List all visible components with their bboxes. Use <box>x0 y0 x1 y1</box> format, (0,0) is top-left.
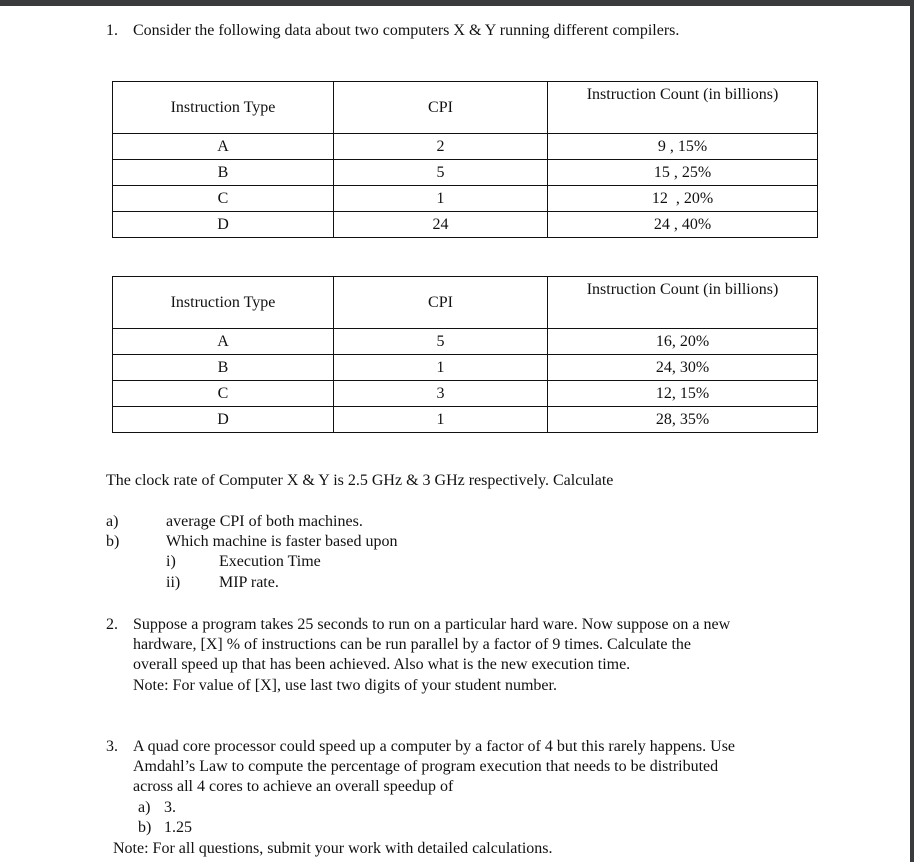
q3b-label: b) <box>138 819 152 836</box>
q1bii-text: MIP rate. <box>219 574 279 591</box>
cell-count: 28, 35% <box>547 406 818 433</box>
cell-type: A <box>112 133 334 160</box>
q3b-text: 1.25 <box>164 819 192 836</box>
cell-type: D <box>112 406 334 433</box>
cell-cpi: 5 <box>333 328 548 355</box>
header-instruction-count: Instruction Count (in billions) <box>547 276 818 329</box>
q1b-label: b) <box>106 533 120 550</box>
cell-cpi: 2 <box>333 133 548 160</box>
header-instruction-type: Instruction Type <box>112 276 334 329</box>
cell-count: 16, 20% <box>547 328 818 355</box>
cell-count: 24 , 40% <box>547 211 818 238</box>
cell-type: D <box>112 211 334 238</box>
q1a-label: a) <box>106 513 119 530</box>
cell-type: C <box>112 185 334 212</box>
q1-intro: Consider the following data about two co… <box>133 22 680 39</box>
table-row: B 1 24, 30% <box>112 354 818 381</box>
cell-type: B <box>112 159 334 186</box>
q1-number: 1. <box>106 22 118 39</box>
cell-type: A <box>112 328 334 355</box>
table-header-row: Instruction Type CPI Instruction Count (… <box>112 81 818 134</box>
final-note: Note: For all questions, submit your wor… <box>113 840 553 857</box>
q3-number: 3. <box>106 738 118 755</box>
cell-count: 15 , 25% <box>547 159 818 186</box>
q3-line: Amdahl’s Law to compute the percentage o… <box>133 758 719 775</box>
q1bi-text: Execution Time <box>219 553 321 570</box>
cell-count: 12 , 20% <box>547 185 818 212</box>
cell-cpi: 1 <box>333 406 548 433</box>
document-page: 1. Consider the following data about two… <box>0 6 910 862</box>
q1a-text: average CPI of both machines. <box>166 513 363 530</box>
q1b-text: Which machine is faster based upon <box>166 533 398 550</box>
header-instruction-type: Instruction Type <box>112 81 334 134</box>
header-instruction-count: Instruction Count (in billions) <box>547 81 818 134</box>
table-row: D 24 24 , 40% <box>112 211 818 238</box>
q2-line: overall speed up that has been achieved.… <box>133 656 631 673</box>
computer-y-table: Instruction Type CPI Instruction Count (… <box>112 276 818 433</box>
cell-count: 9 , 15% <box>547 133 818 160</box>
cell-count: 24, 30% <box>547 354 818 381</box>
q1bi-label: i) <box>166 553 176 570</box>
cell-cpi: 24 <box>333 211 548 238</box>
q2-line: Suppose a program takes 25 seconds to ru… <box>133 616 731 633</box>
cell-type: B <box>112 354 334 381</box>
cell-cpi: 1 <box>333 354 548 381</box>
table-row: B 5 15 , 25% <box>112 159 818 186</box>
q3a-label: a) <box>138 799 151 816</box>
q3-line: across all 4 cores to achieve an overall… <box>133 778 454 795</box>
cell-cpi: 5 <box>333 159 548 186</box>
q2-note: Note: For value of [X], use last two dig… <box>133 677 557 694</box>
table-row: A 5 16, 20% <box>112 328 818 355</box>
table-row: C 3 12, 15% <box>112 380 818 407</box>
header-cpi: CPI <box>333 81 548 134</box>
cell-count: 12, 15% <box>547 380 818 407</box>
cell-cpi: 1 <box>333 185 548 212</box>
q2-number: 2. <box>106 616 118 633</box>
table-row: D 1 28, 35% <box>112 406 818 433</box>
clock-rate-text: The clock rate of Computer X & Y is 2.5 … <box>106 472 614 489</box>
cell-type: C <box>112 380 334 407</box>
table-header-row: Instruction Type CPI Instruction Count (… <box>112 276 818 329</box>
table-row: A29 , 15% <box>112 133 818 160</box>
q3-line: A quad core processor could speed up a c… <box>133 738 736 755</box>
header-cpi: CPI <box>333 276 548 329</box>
q1bii-label: ii) <box>166 574 181 591</box>
cell-cpi: 3 <box>333 380 548 407</box>
q3a-text: 3. <box>164 799 176 816</box>
computer-x-table: Instruction Type CPI Instruction Count (… <box>112 81 818 238</box>
table-row: C 1 12 , 20% <box>112 185 818 212</box>
q2-line: hardware, [X] % of instructions can be r… <box>133 636 692 653</box>
